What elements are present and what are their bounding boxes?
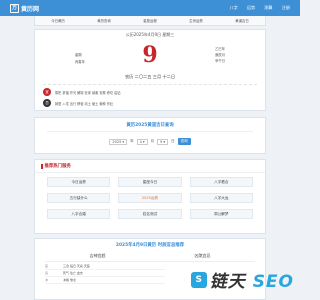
year-unit: 年 — [130, 139, 134, 143]
services-grid: 今日运势 星座今日 八字看合 五行缺什么 2025运势 八字大运 八字合婚 姓名… — [47, 177, 253, 219]
top-nav-item[interactable]: 运势 — [247, 5, 255, 11]
service-tile[interactable]: 今日运势 — [47, 177, 111, 187]
ji-badge: 忌 — [43, 99, 51, 107]
lunar-date: 农历 二〇二五 三月 十二日 — [124, 74, 176, 79]
row-value: 冲猴 煞北 — [63, 278, 76, 282]
services-title-text: 推荐热门服务 — [44, 164, 71, 169]
top-nav-item[interactable]: 注册 — [282, 5, 290, 11]
seo-logo-icon: S — [190, 271, 207, 288]
sub-nav-item[interactable]: 黄道吉日 — [235, 18, 249, 23]
row-key: 忌 — [45, 271, 49, 275]
watermark-logo: S 链天 SEO — [190, 267, 294, 292]
top-nav: 八字 运势 测算 注册 — [229, 5, 290, 11]
solar-date: 公历2025年4月9日 星期三 — [125, 32, 175, 37]
sub-nav-item[interactable]: 今日黄历 — [51, 18, 65, 23]
ji-text: 嫁娶 入宅 出行 移徙 动土 破土 栽种 作灶 — [55, 101, 114, 106]
month-select[interactable]: 4 ▾ — [136, 138, 148, 145]
service-tile[interactable]: 2025运势 — [118, 193, 182, 203]
logo-icon: 万 — [10, 3, 19, 13]
logo-text: 黄历网 — [21, 5, 40, 13]
watermark-char: 天 — [227, 272, 246, 292]
row-key: 冲 — [45, 278, 49, 282]
query-button[interactable]: 查询 — [177, 138, 191, 145]
row-value: 三合 临日 天喜 天医 — [63, 264, 90, 268]
day-number: 9 — [142, 42, 158, 68]
service-tile[interactable]: 五行缺什么 — [47, 193, 111, 203]
yi-text: 祭祀 祈福 开光 解除 安床 纳畜 安葬 修坟 启钻 — [55, 90, 121, 95]
year-select[interactable]: 2025 ▾ — [109, 138, 128, 145]
service-tile[interactable]: 八字看合 — [189, 177, 253, 187]
sub-nav-item[interactable]: 星座运程 — [143, 18, 157, 23]
chevron-down-icon: ▾ — [142, 139, 145, 144]
ganzhi-info: 乙巳年 庚辰月 甲午日 — [215, 46, 225, 64]
chevron-down-icon: ▾ — [163, 139, 166, 144]
divider — [35, 172, 265, 173]
watermark-seo: SEO — [252, 272, 294, 292]
yiji-table: 宜 三合 临日 天喜 天医 忌 死气 往亡 血支 冲 冲猴 煞北 — [45, 263, 165, 284]
table-row: 冲 冲猴 煞北 — [45, 277, 165, 284]
row-key: 宜 — [45, 264, 49, 268]
divider — [43, 84, 257, 85]
row-value: 死气 往亡 血支 — [63, 271, 83, 275]
ganzhi-day: 甲午日 — [215, 59, 225, 63]
month-value: 4 — [139, 139, 142, 144]
top-nav-item[interactable]: 测算 — [264, 5, 272, 11]
yi-row: 宜 祭祀 祈福 开光 解除 安床 纳畜 安葬 修坟 启钻 — [43, 88, 257, 96]
divider — [47, 131, 253, 132]
day-unit: 日 — [171, 139, 175, 143]
services-title: 推荐热门服务 — [41, 163, 71, 169]
date-query-card: 黄历2025黄道吉日查询 2025 ▾ 年 4 ▾ 月 9 ▾ 日 查询 — [34, 117, 266, 154]
col-header: 凶煞宜忌 — [194, 253, 211, 258]
service-tile[interactable]: 八字合婚 — [47, 209, 111, 219]
title-bar-icon — [41, 163, 43, 169]
ji-row: 忌 嫁娶 入宅 出行 移徙 动土 破土 栽种 作灶 — [43, 99, 257, 107]
table-row: 宜 三合 临日 天喜 天医 — [45, 263, 165, 270]
watermark-text: 链天 SEO — [210, 267, 294, 292]
site-logo[interactable]: 万 黄历网 — [10, 3, 40, 13]
yiji-section-title: 2025年4月9日黄历 时辰宜忌推荐 — [115, 243, 185, 248]
today-almanac-card: 公历2025年4月9日 星期三 星期 丙寅年 9 乙巳年 庚辰月 甲午日 农历 … — [34, 29, 266, 111]
chevron-down-icon: ▾ — [122, 139, 125, 144]
year-value: 2025 — [112, 139, 122, 144]
yiji-table-header: 吉神宜趋 凶煞宜忌 — [45, 253, 255, 262]
sub-nav-item[interactable]: 生肖运势 — [189, 18, 203, 23]
sub-nav: 今日黄历 黄历查询 星座运程 生肖运势 黄道吉日 — [34, 16, 266, 26]
watermark-char: 链 — [209, 272, 228, 292]
yi-badge: 宜 — [43, 88, 51, 96]
col-header: 吉神宜趋 — [89, 253, 106, 258]
query-title: 黄历2025黄道吉日查询 — [126, 123, 174, 128]
day-select[interactable]: 9 ▾ — [157, 138, 169, 145]
query-form: 2025 ▾ 年 4 ▾ 月 9 ▾ 日 查询 — [35, 138, 265, 145]
service-tile[interactable]: 姓名测试 — [118, 209, 182, 219]
service-tile[interactable]: 周公解梦 — [189, 209, 253, 219]
service-tile[interactable]: 八字大运 — [189, 193, 253, 203]
month-unit: 月 — [150, 139, 155, 143]
top-nav-item[interactable]: 八字 — [229, 5, 237, 11]
top-bar: 万 黄历网 八字 运势 测算 注册 — [0, 0, 300, 16]
day-value: 9 — [160, 139, 163, 144]
hot-services-card: 推荐热门服务 今日运势 星座今日 八字看合 五行缺什么 2025运势 八字大运 … — [34, 159, 266, 234]
table-row: 忌 死气 往亡 血支 — [45, 270, 165, 277]
service-tile[interactable]: 星座今日 — [118, 177, 182, 187]
sub-nav-item[interactable]: 黄历查询 — [97, 18, 111, 23]
